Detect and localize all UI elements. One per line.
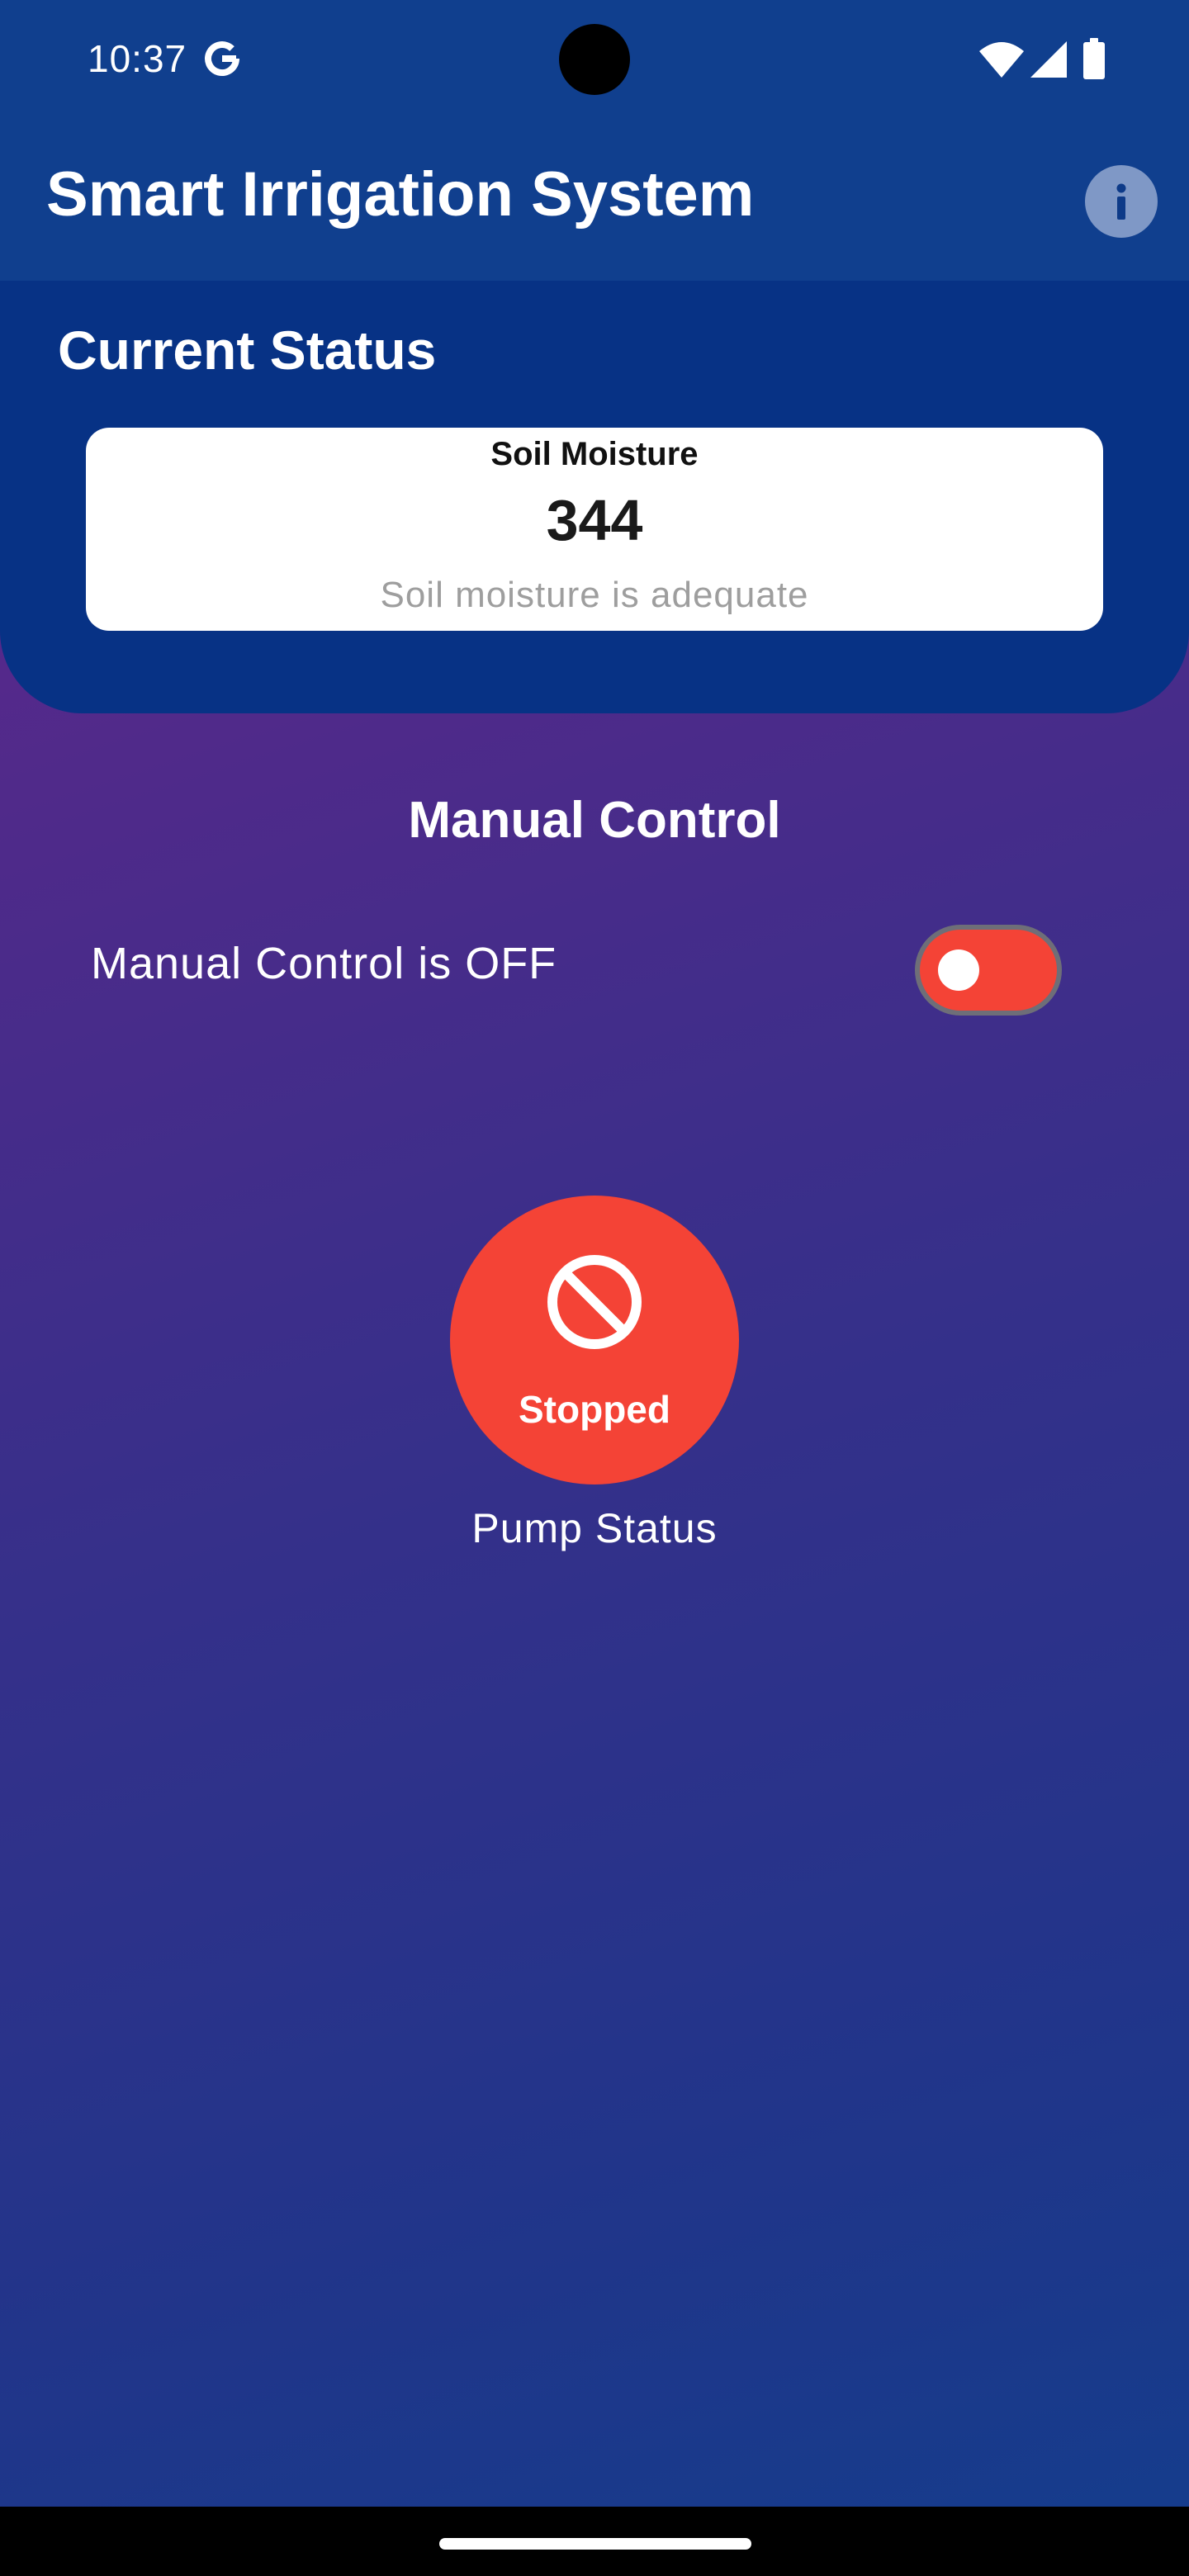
system-status-bar: 10:37	[0, 0, 1189, 117]
pump-state-label: Stopped	[519, 1388, 670, 1431]
navigation-bar	[0, 2507, 1189, 2576]
clock: 10:37	[88, 37, 187, 80]
manual-control-title: Manual Control	[408, 792, 781, 849]
manual-control-toggle[interactable]	[915, 925, 1062, 1016]
camera-cutout	[559, 24, 630, 95]
app-bar: Smart Irrigation System	[0, 117, 1189, 281]
soil-moisture-message: Soil moisture is adequate	[380, 575, 809, 615]
soil-moisture-card: Soil Moisture 344 Soil moisture is adequ…	[86, 428, 1103, 631]
pump-status-caption: Pump Status	[471, 1505, 718, 1551]
current-status-title: Current Status	[58, 320, 437, 381]
wifi-icon	[979, 42, 1024, 78]
soil-moisture-label: Soil Moisture	[490, 436, 699, 472]
soil-moisture-value: 344	[546, 488, 643, 552]
battery-icon	[1083, 38, 1105, 79]
manual-control-row: Manual Control is OFF	[0, 921, 1189, 1020]
info-button[interactable]	[1085, 165, 1158, 238]
pump-status-button[interactable]: Stopped	[450, 1196, 739, 1485]
toggle-thumb[interactable]	[938, 949, 979, 991]
home-indicator[interactable]	[439, 2538, 751, 2550]
cell-signal-icon	[1030, 41, 1067, 78]
app-title: Smart Irrigation System	[46, 159, 755, 230]
current-status-panel: Current Status Soil Moisture 344 Soil mo…	[0, 281, 1189, 713]
google-g-icon	[205, 41, 239, 77]
block-icon	[547, 1255, 642, 1349]
info-icon	[1116, 183, 1126, 220]
manual-control-label: Manual Control is OFF	[91, 939, 557, 988]
